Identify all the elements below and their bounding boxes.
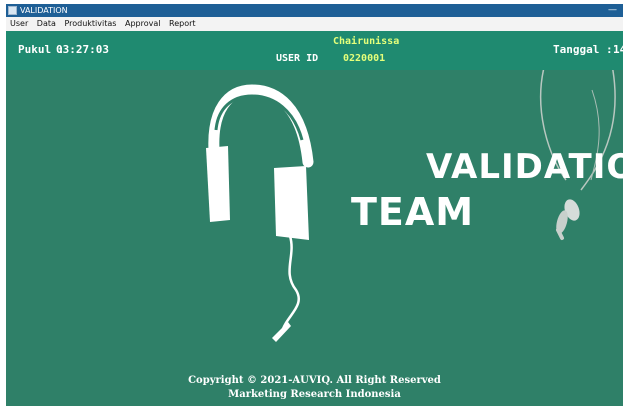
window-title: VALIDATION bbox=[20, 6, 68, 15]
menu-data[interactable]: Data bbox=[37, 19, 56, 28]
header-bar: Pukul : 03:27:03 Chairunissa USER ID 022… bbox=[6, 31, 623, 70]
user-id-label: USER ID bbox=[276, 53, 319, 64]
menu-report[interactable]: Report bbox=[169, 19, 196, 28]
company-name: Marketing Research Indonesia bbox=[228, 389, 401, 400]
date-value: 14/07 bbox=[613, 43, 623, 56]
menu-user[interactable]: User bbox=[10, 19, 28, 28]
username: Chairunissa bbox=[333, 36, 400, 47]
copyright-text: Copyright © 2021-AUVIQ. All Right Reserv… bbox=[188, 375, 441, 386]
minimize-button[interactable]: — bbox=[608, 4, 617, 17]
menu-produktivitas[interactable]: Produktivitas bbox=[64, 19, 116, 28]
window-title-bar: VALIDATION — bbox=[6, 4, 623, 17]
menu-bar: User Data Produktivitas Approval Report bbox=[6, 17, 623, 32]
app-icon bbox=[8, 6, 17, 15]
menu-approval[interactable]: Approval bbox=[125, 19, 161, 28]
app-title-validation: VALIDATION bbox=[426, 147, 623, 187]
app-title-team: TEAM bbox=[351, 190, 475, 234]
main-panel: VALIDATION TEAM Copyright © 2021-AUVIQ. … bbox=[6, 70, 623, 406]
time-value: 03:27:03 bbox=[56, 43, 109, 56]
date-label: Tanggal : bbox=[553, 43, 613, 56]
user-id-value: 0220001 bbox=[343, 53, 386, 64]
headphones-icon bbox=[206, 84, 314, 342]
illustration bbox=[206, 70, 616, 342]
